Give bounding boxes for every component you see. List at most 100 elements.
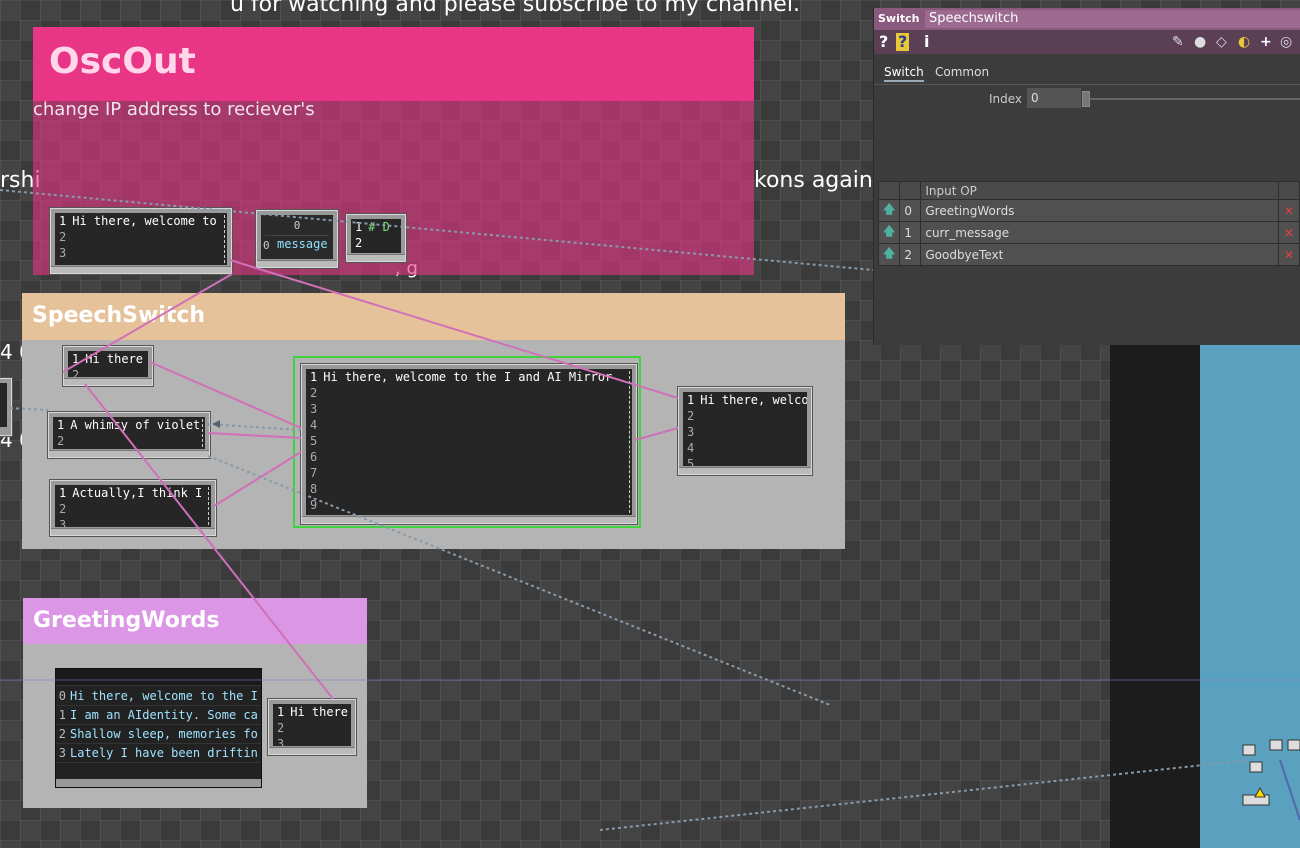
- text-line: 5: [687, 457, 695, 466]
- delete-icon[interactable]: ✕: [1278, 243, 1300, 266]
- background-panel-dark: [1110, 345, 1200, 848]
- background-caption-top: u for watching and please subscribe to m…: [230, 0, 800, 17]
- panel-iconbar: ? ? i ✎ ● ◇ ◐ + ◎: [874, 30, 1300, 54]
- speech-switch-node[interactable]: 1 Hi there, welcome to the I and AI Mirro…: [301, 364, 637, 524]
- row-index: 1: [899, 221, 922, 244]
- node-footer: [51, 528, 215, 535]
- text-line: 5: [310, 434, 318, 448]
- delete-icon[interactable]: ✕: [1278, 199, 1300, 222]
- move-up-icon[interactable]: 🡅: [877, 199, 901, 222]
- script-line: 2: [355, 236, 363, 250]
- text-line: 2: [72, 368, 80, 377]
- row-index: 0: [263, 239, 270, 252]
- table-row: 3 Lately I have been driftin: [56, 744, 261, 763]
- target-icon[interactable]: ◎: [1280, 34, 1292, 50]
- delete-icon[interactable]: ✕: [1278, 221, 1300, 244]
- osc-script-node[interactable]: 1 # D 2: [346, 214, 406, 262]
- script-line: 1 # D: [355, 220, 390, 234]
- text-line: 9: [310, 498, 318, 512]
- header-cell: [877, 181, 901, 200]
- node-viewer: 1 Hi there 2 3: [273, 704, 351, 746]
- text-line: 2: [59, 230, 67, 244]
- node-viewer: 1 Hi there, welcome to 2 3: [55, 213, 227, 265]
- node-viewer: [0, 383, 7, 427]
- table-header-row: Input OP: [877, 181, 1300, 200]
- text-line: 3: [687, 425, 695, 439]
- clear-icon[interactable]: ◇: [1216, 34, 1227, 50]
- tab-switch[interactable]: Switch: [884, 65, 924, 82]
- text-line: 2: [277, 721, 285, 735]
- text-line: 4: [687, 441, 695, 455]
- op-name-field[interactable]: Speechswitch: [925, 10, 1300, 28]
- background-caption-right: kons again,: [754, 168, 880, 193]
- input-op-field[interactable]: GoodbyeText: [920, 243, 1279, 266]
- speech-output-node[interactable]: 1 Hi there, welco 2 3 4 5: [678, 387, 812, 475]
- comment-icon[interactable]: ●: [1194, 34, 1206, 50]
- node-footer: [679, 467, 811, 474]
- node-footer: [64, 378, 152, 385]
- background-panel-blue: [1200, 345, 1300, 848]
- speech-greeting-node[interactable]: 1 Hi there 2: [63, 346, 153, 386]
- text-line: 3: [277, 737, 285, 746]
- index-slider-handle[interactable]: [1082, 91, 1090, 107]
- input-op-field[interactable]: GreetingWords: [920, 199, 1279, 222]
- network-canvas[interactable]: u for watching and please subscribe to m…: [0, 0, 1300, 848]
- index-slider-track[interactable]: [1082, 98, 1300, 100]
- node-scroll-marker: [224, 215, 226, 263]
- input-op-header: Input OP: [920, 181, 1279, 200]
- op-type-label: Switch: [878, 12, 920, 25]
- speech-actually-node[interactable]: 1 Actually,I think I 2 3: [50, 480, 216, 536]
- header-cell: [1278, 181, 1300, 200]
- text-line: 2: [59, 502, 67, 516]
- speechswitch-title: SpeechSwitch: [32, 303, 206, 328]
- parameter-panel[interactable]: Switch Speechswitch ? ? i ✎ ● ◇ ◐ + ◎ Sw…: [873, 8, 1300, 345]
- osc-message-node[interactable]: 0 0 message: [256, 210, 338, 268]
- tab-common[interactable]: Common: [935, 65, 989, 79]
- text-line: 3: [59, 518, 67, 527]
- table-row: 🡅 2 GoodbyeText ✕: [877, 243, 1300, 266]
- node-footer: [257, 260, 337, 267]
- text-line: 3: [310, 402, 318, 416]
- greeting-table-node[interactable]: 0 Hi there, welcome to the I 1I am an AId…: [55, 668, 262, 788]
- table-row: 🡅 1 curr_message ✕: [877, 221, 1300, 244]
- node-scroll-marker: [202, 419, 204, 447]
- index-field[interactable]: 0: [1027, 88, 1081, 108]
- offscreen-node[interactable]: [0, 378, 12, 436]
- row-index: 0: [899, 199, 922, 222]
- python-icon[interactable]: ◐: [1238, 34, 1250, 50]
- info-icon[interactable]: i: [924, 33, 929, 51]
- message-cell: message: [277, 237, 328, 251]
- python-help-icon[interactable]: ?: [896, 33, 910, 51]
- speech-whimsy-node[interactable]: 1A whimsy of violet 2: [48, 412, 210, 458]
- oscout-title: OscOut: [49, 41, 196, 82]
- help-icon[interactable]: ?: [879, 33, 888, 51]
- text-line: 1 Hi there, welco: [687, 393, 807, 407]
- table-row: 1I am an AIdentity. Some ca: [56, 706, 261, 725]
- oscout-subtitle: change IP address to reciever's: [33, 99, 315, 120]
- text-line: 1 Actually,I think I: [59, 486, 203, 500]
- node-footer: [347, 254, 405, 261]
- table-rows: 0 Hi there, welcome to the I 1I am an AId…: [56, 687, 261, 763]
- add-icon[interactable]: +: [1260, 34, 1272, 50]
- table-header: [56, 669, 261, 686]
- index-label: Index: [989, 92, 1023, 106]
- text-line: 7: [310, 466, 318, 480]
- table-row: 2 Shallow sleep, memories fo: [56, 725, 261, 744]
- edit-icon[interactable]: ✎: [1172, 34, 1184, 50]
- input-op-field[interactable]: curr_message: [920, 221, 1279, 244]
- node-viewer: 1A whimsy of violet 2: [53, 417, 205, 449]
- node-footer: [302, 516, 636, 523]
- move-up-icon[interactable]: 🡅: [877, 221, 901, 244]
- greeting-select-node[interactable]: 1 Hi there 2 3: [268, 699, 356, 755]
- header-cell: [899, 181, 922, 200]
- node-footer: [56, 779, 261, 787]
- panel-tabs: Switch Common: [874, 62, 1300, 85]
- text-line: 1A whimsy of violet: [57, 418, 201, 432]
- osc-text-node[interactable]: 1 Hi there, welcome to 2 3: [50, 208, 232, 274]
- panel-titlebar: Switch Speechswitch: [874, 8, 1300, 30]
- move-up-icon[interactable]: 🡅: [877, 243, 901, 266]
- input-op-table: Input OP 🡅 0 GreetingWords ✕ 🡅 1 curr_me…: [877, 181, 1300, 266]
- text-line: 1 Hi there: [72, 352, 144, 366]
- text-line: 8: [310, 482, 318, 496]
- column-index: 0: [265, 219, 329, 236]
